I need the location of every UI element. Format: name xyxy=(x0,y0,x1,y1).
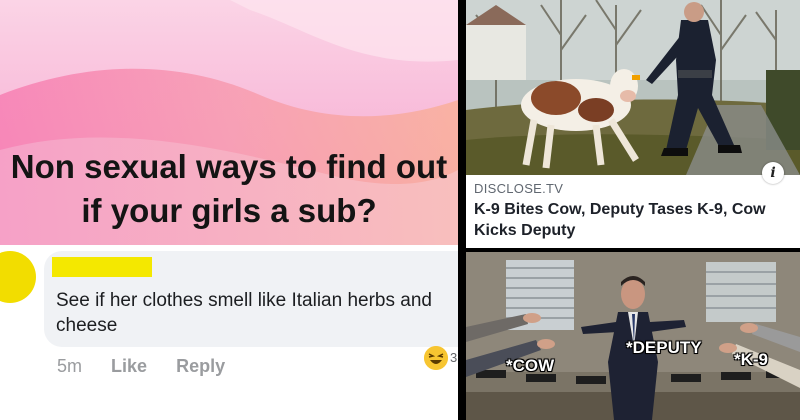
info-icon[interactable]: i xyxy=(762,162,784,184)
news-headline[interactable]: K-9 Bites Cow, Deputy Tases K-9, Cow Kic… xyxy=(474,199,794,241)
facebook-post-screenshot: Non sexual ways to find out if your girl… xyxy=(0,0,458,420)
redacted-commenter-name xyxy=(52,257,152,277)
office-meme-image: *COW *DEPUTY *K-9 xyxy=(466,252,800,420)
comment-actions: 5m Like Reply xyxy=(57,356,225,377)
avatar[interactable] xyxy=(0,251,36,303)
post-title-line-1: Non sexual ways to find out xyxy=(10,148,448,185)
news-photo xyxy=(466,0,800,175)
reaction-count: 3 xyxy=(450,350,458,365)
meme-label-k9: *K-9 xyxy=(734,350,769,369)
post-title-line-2: if your girls a sub? xyxy=(81,192,377,229)
laugh-emoji-icon[interactable] xyxy=(424,346,448,370)
meme-collage: Non sexual ways to find out if your girl… xyxy=(0,0,800,420)
comment-section: See if her clothes smell like Italian he… xyxy=(0,245,458,420)
reply-button[interactable]: Reply xyxy=(176,356,225,376)
meme-label-cow: *COW xyxy=(506,356,555,375)
comment-text: See if her clothes smell like Italian he… xyxy=(56,290,432,336)
post-title: Non sexual ways to find out if your girl… xyxy=(0,145,458,233)
meme-label-deputy: *DEPUTY xyxy=(626,338,702,357)
office-scene xyxy=(466,252,800,420)
comment-timestamp: 5m xyxy=(57,356,83,376)
news-source: DISCLOSE.TV xyxy=(474,181,564,196)
like-button[interactable]: Like xyxy=(111,356,147,376)
